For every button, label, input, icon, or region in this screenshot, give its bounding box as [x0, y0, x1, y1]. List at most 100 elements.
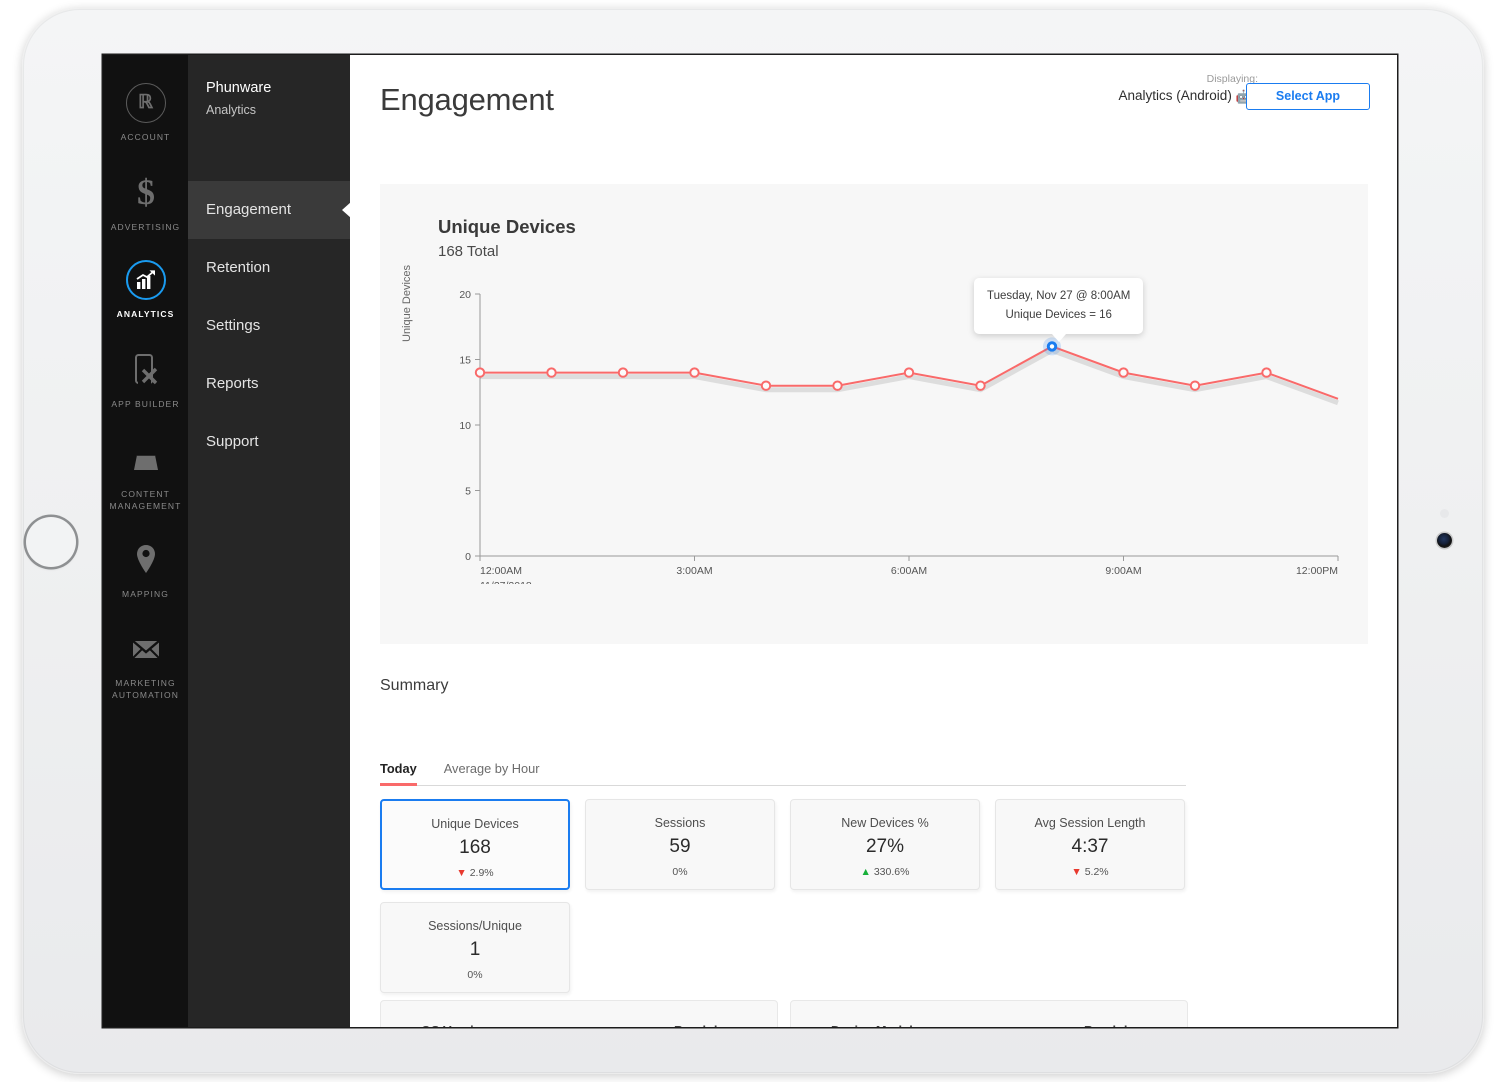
card-delta: ▲ 330.6%	[791, 866, 979, 878]
svg-text:9:00AM: 9:00AM	[1105, 565, 1141, 577]
select-app-button[interactable]: Select App	[1246, 83, 1370, 110]
phunware-logo-icon: ℝ	[103, 83, 188, 129]
rail-item-content-management[interactable]: CONTENT MANAGEMENT	[103, 440, 188, 512]
svg-text:6:00AM: 6:00AM	[891, 565, 927, 577]
svg-text:11/27/2018: 11/27/2018	[480, 580, 532, 584]
brand-title: Phunware	[206, 77, 356, 99]
sidebar-item-retention[interactable]: Retention	[188, 239, 350, 297]
rail-item-account[interactable]: ℝ ACCOUNT	[103, 83, 188, 144]
dollar-sign-icon: $	[103, 173, 188, 219]
svg-text:0: 0	[465, 551, 471, 563]
screenshot-root: ℝ ACCOUNT $ ADVERTISING	[0, 0, 1500, 1082]
brand-subtitle: Analytics	[206, 99, 356, 121]
svg-text:5: 5	[465, 486, 471, 498]
rail-label-mapping: MAPPING	[103, 589, 188, 601]
svg-text:10: 10	[459, 420, 471, 432]
sidebar-item-label: Support	[206, 433, 259, 450]
y-axis-label: Unique Devices	[401, 265, 413, 342]
delta-down-icon: ▼	[456, 867, 466, 879]
sidebar-item-support[interactable]: Support	[188, 413, 350, 471]
card-delta-value: 330.6%	[874, 866, 910, 878]
card-label: Unique Devices	[382, 817, 568, 831]
sidebar-item-engagement[interactable]: Engagement	[188, 181, 350, 239]
rail-label-marketing-automation: MARKETING AUTOMATION	[103, 678, 188, 701]
os-version-table[interactable]: OS Version Breakdown	[380, 1000, 778, 1027]
chart-plot-area: 0510152012:00AM11/27/20183:00AM6:00AM9:0…	[438, 284, 1348, 584]
table-header-breakdown: Breakdown	[1084, 1023, 1153, 1027]
line-chart-svg: 0510152012:00AM11/27/20183:00AM6:00AM9:0…	[438, 284, 1348, 584]
ambient-sensor-dot	[1440, 509, 1449, 518]
card-delta-value: 2.9%	[470, 867, 494, 879]
card-value: 4:37	[996, 836, 1184, 858]
envelope-icon	[103, 629, 188, 675]
summary-card-sessions-per-unique[interactable]: Sessions/Unique 1 0%	[380, 902, 570, 993]
table-header-breakdown: Breakdown	[674, 1023, 743, 1027]
card-value: 1	[381, 939, 569, 961]
card-value: 168	[382, 837, 568, 859]
sidebar-item-label: Settings	[206, 317, 260, 334]
device-model-table[interactable]: Device Model Breakdown	[790, 1000, 1188, 1027]
sidebar-item-label: Engagement	[206, 201, 291, 218]
secondary-sidebar: Phunware Analytics Engagement Retention …	[188, 55, 350, 1027]
page-title: Engagement	[380, 82, 554, 118]
delta-up-icon: ▲	[861, 866, 871, 878]
svg-text:15: 15	[459, 355, 471, 367]
main-content: Engagement Displaying: Analytics (Androi…	[350, 55, 1397, 1027]
svg-text:3:00AM: 3:00AM	[676, 565, 712, 577]
table-header-os-version: OS Version	[421, 1023, 489, 1027]
analytics-chart-icon	[103, 260, 188, 306]
svg-text:12:00PM: 12:00PM	[1296, 565, 1338, 577]
rail-item-marketing-automation[interactable]: MARKETING AUTOMATION	[103, 629, 188, 701]
summary-tabs: Today Average by Hour	[380, 761, 1186, 786]
card-delta: ▼ 5.2%	[996, 866, 1184, 878]
home-button[interactable]	[26, 517, 76, 567]
rail-label-analytics: ANALYTICS	[103, 309, 188, 321]
rail-item-app-builder[interactable]: APP BUILDER	[103, 350, 188, 411]
front-camera	[1437, 533, 1452, 548]
card-label: Sessions/Unique	[381, 919, 569, 933]
tooltip-line-2: Unique Devices = 16	[987, 306, 1130, 325]
chart-subtitle: 168 Total	[438, 243, 499, 260]
svg-text:$: $	[137, 173, 155, 212]
card-value: 27%	[791, 836, 979, 858]
rail-label-content-management: CONTENT MANAGEMENT	[103, 489, 188, 512]
summary-tab-today[interactable]: Today	[380, 761, 417, 784]
brand-block: Phunware Analytics	[206, 77, 356, 121]
content-box-icon	[103, 440, 188, 486]
delta-down-icon: ▼	[1071, 866, 1081, 878]
displaying-label: Displaying:	[1119, 72, 1258, 86]
displaying-app-block: Displaying: Analytics (Android)🤖	[1119, 72, 1258, 106]
sidebar-item-reports[interactable]: Reports	[188, 355, 350, 413]
card-delta: ▼ 2.9%	[382, 867, 568, 879]
chart-tooltip: Tuesday, Nov 27 @ 8:00AM Unique Devices …	[974, 278, 1143, 334]
card-label: Avg Session Length	[996, 816, 1184, 830]
card-label: New Devices %	[791, 816, 979, 830]
app-builder-icon	[103, 350, 188, 396]
summary-tab-average-by-hour[interactable]: Average by Hour	[444, 761, 540, 784]
sidebar-item-settings[interactable]: Settings	[188, 297, 350, 355]
chart-title: Unique Devices	[438, 216, 576, 238]
card-delta: 0%	[586, 866, 774, 878]
primary-icon-rail: ℝ ACCOUNT $ ADVERTISING	[103, 55, 188, 1027]
rail-item-analytics[interactable]: ANALYTICS	[103, 260, 188, 321]
rail-label-advertising: ADVERTISING	[103, 222, 188, 234]
rail-label-app-builder: APP BUILDER	[103, 399, 188, 411]
unique-devices-chart-card: Unique Devices 168 Total Unique Devices …	[380, 184, 1368, 644]
rail-item-advertising[interactable]: $ ADVERTISING	[103, 173, 188, 234]
summary-card-sessions[interactable]: Sessions 59 0%	[585, 799, 775, 890]
summary-heading: Summary	[380, 677, 448, 695]
card-value: 59	[586, 836, 774, 858]
ipad-screen: ℝ ACCOUNT $ ADVERTISING	[103, 55, 1397, 1027]
rail-item-mapping[interactable]: MAPPING	[103, 540, 188, 601]
summary-card-new-devices-pct[interactable]: New Devices % 27% ▲ 330.6%	[790, 799, 980, 890]
sidebar-item-label: Retention	[206, 259, 270, 276]
summary-card-avg-session-length[interactable]: Avg Session Length 4:37 ▼ 5.2%	[995, 799, 1185, 890]
rail-label-account: ACCOUNT	[103, 132, 188, 144]
sidebar-item-label: Reports	[206, 375, 259, 392]
card-label: Sessions	[586, 816, 774, 830]
card-delta-value: 5.2%	[1085, 866, 1109, 878]
svg-text:12:00AM: 12:00AM	[480, 565, 522, 577]
card-delta: 0%	[381, 969, 569, 981]
summary-card-unique-devices[interactable]: Unique Devices 168 ▼ 2.9%	[380, 799, 570, 890]
displaying-app-name: Analytics (Android)	[1119, 88, 1232, 103]
